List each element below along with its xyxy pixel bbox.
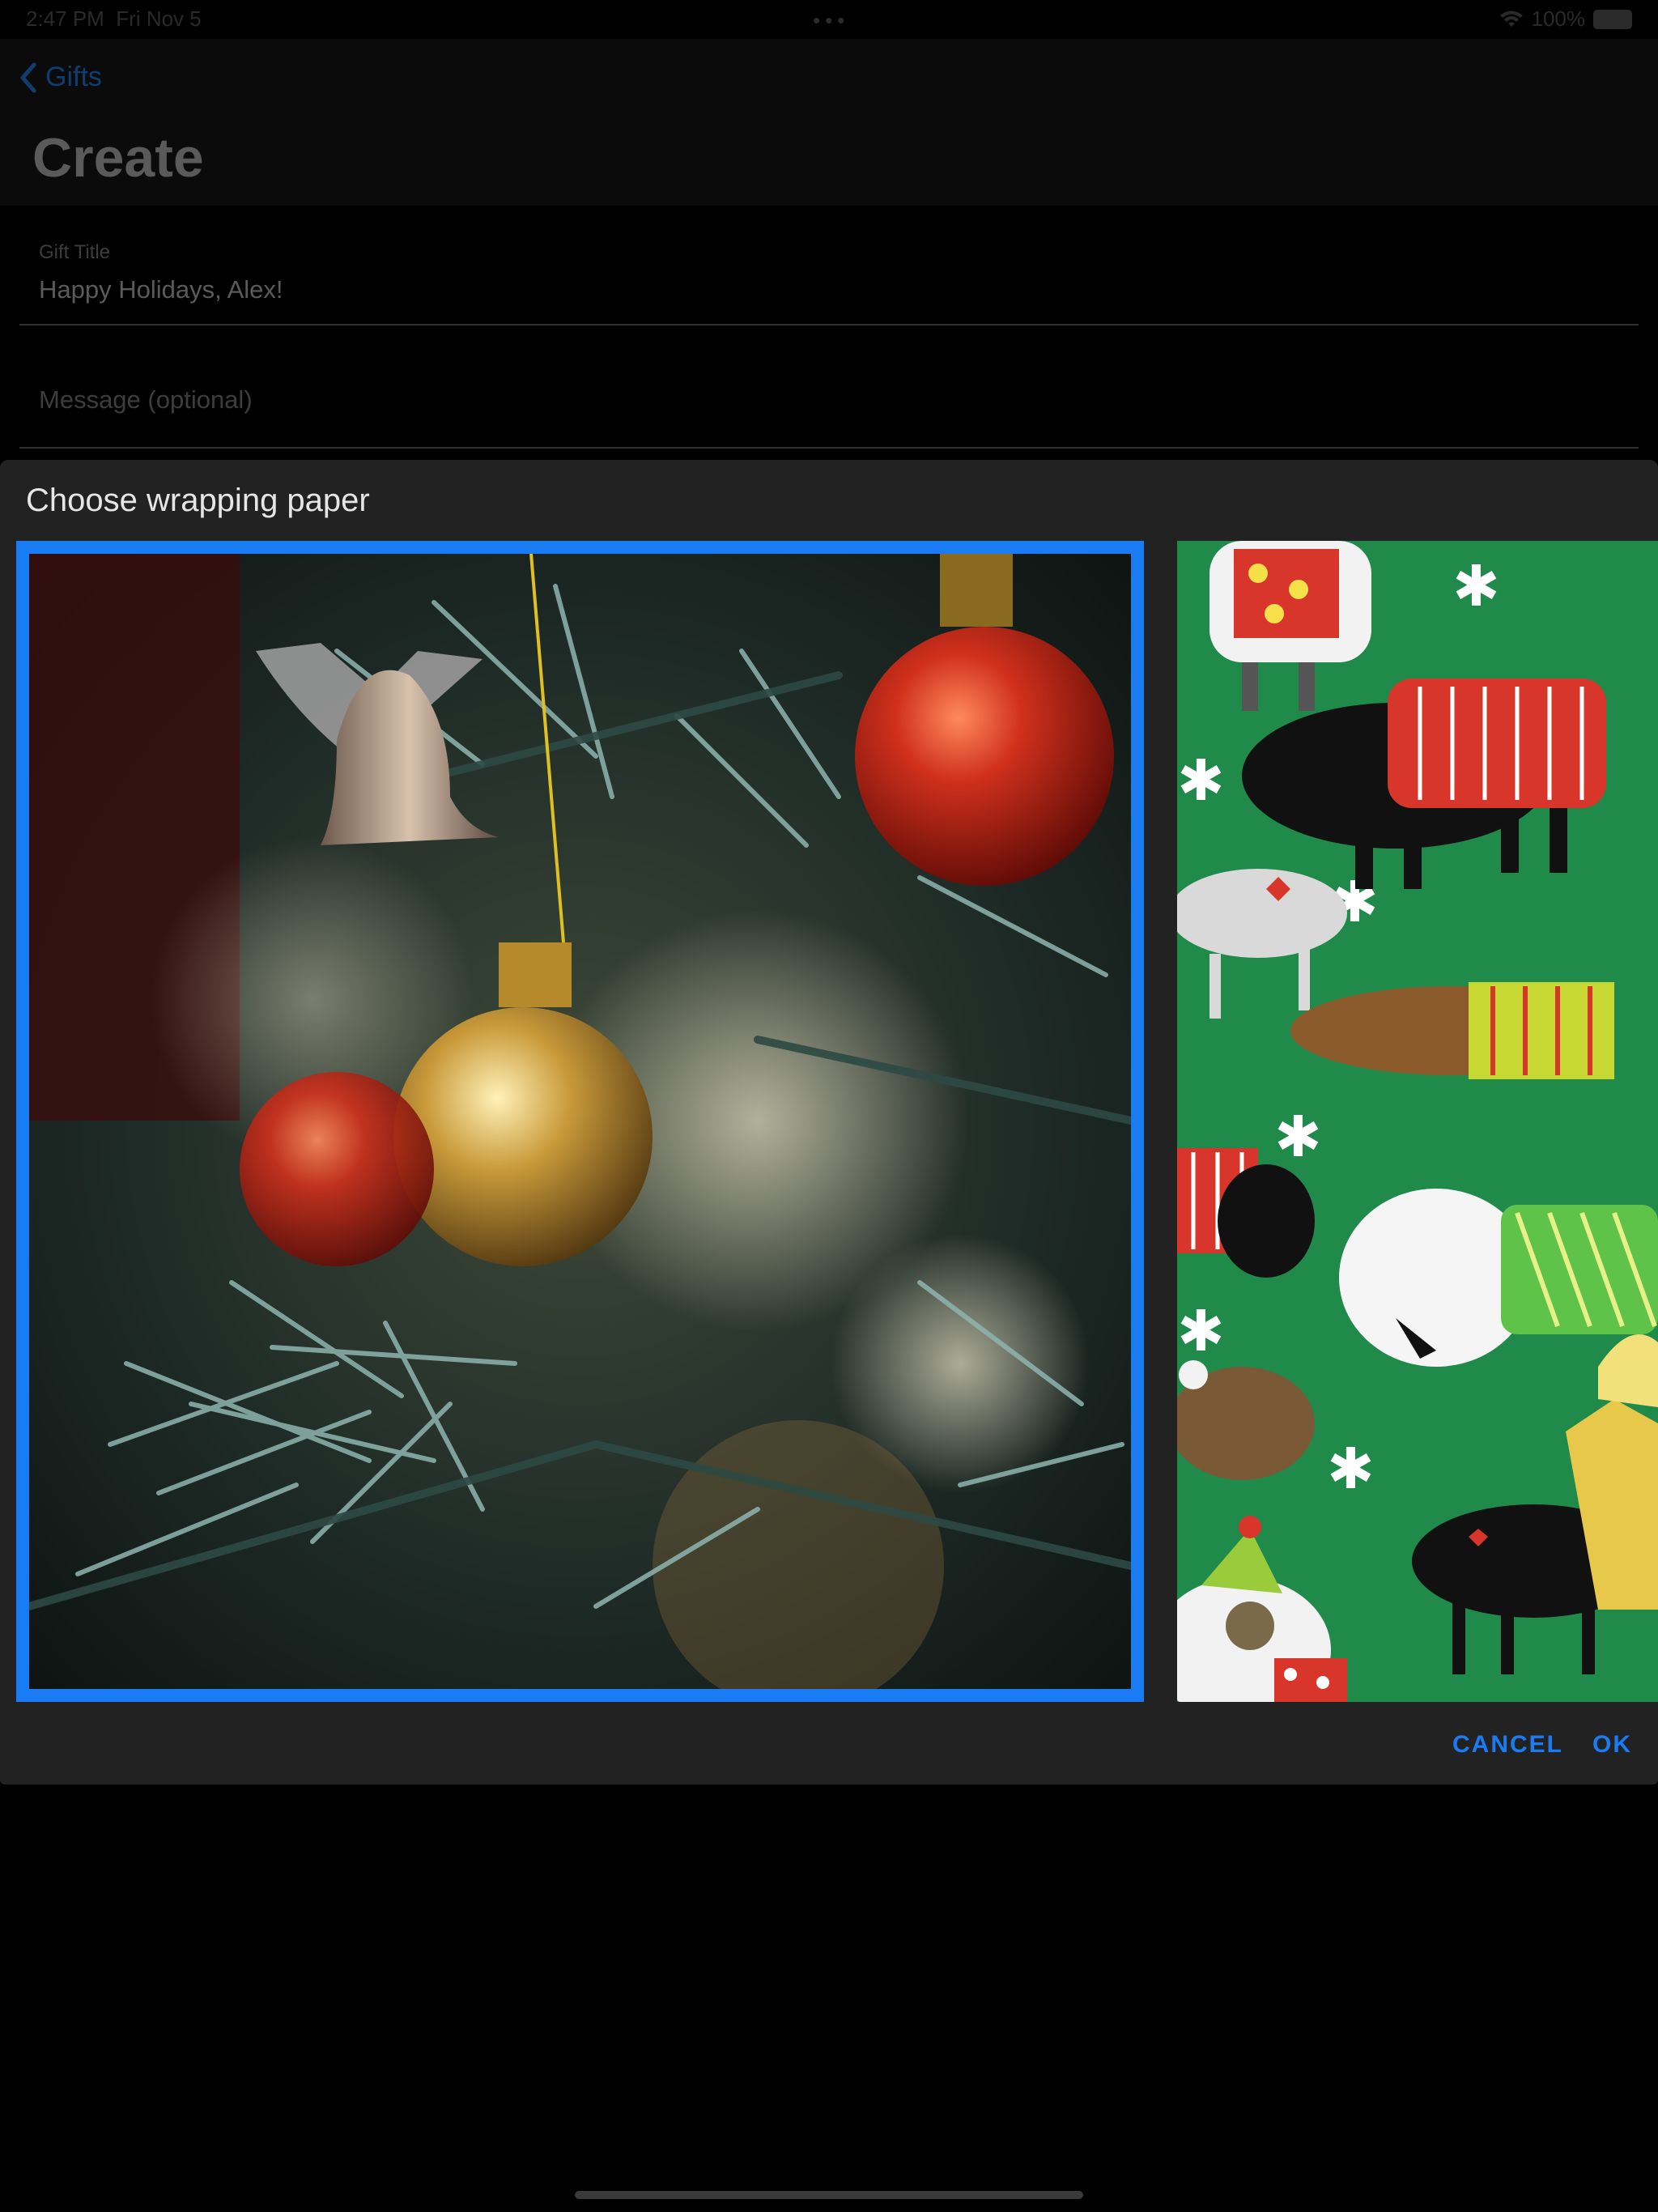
wrapping-option-dogs[interactable]: ✱ ✱ ✱ ✱ ✱ ✱	[1177, 541, 1658, 1702]
navigation-bar: Gifts Create	[0, 39, 1658, 206]
status-date-text: Fri Nov 5	[116, 6, 202, 31]
svg-text:✱: ✱	[1274, 1104, 1322, 1170]
wrapping-option-ornaments[interactable]	[16, 541, 1144, 1702]
battery-icon	[1593, 9, 1632, 29]
message-field[interactable]: Message (optional)	[19, 327, 1639, 449]
back-button-label: Gifts	[45, 62, 102, 92]
cancel-button[interactable]: CANCEL	[1452, 1731, 1563, 1759]
ornaments-image	[29, 554, 1131, 1689]
home-indicator[interactable]	[575, 2191, 1083, 2199]
status-bar: 2:47 PM Fri Nov 5 ••• 100%	[0, 0, 1658, 39]
status-time: 2:47 PM Fri Nov 5	[26, 6, 202, 32]
status-time-text: 2:47 PM	[26, 6, 104, 31]
gift-title-field[interactable]: Gift Title Happy Holidays, Alex!	[19, 206, 1639, 327]
svg-text:✱: ✱	[1327, 1436, 1375, 1502]
wrapping-paper-dialog: Choose wrapping paper ✱ ✱ ✱ ✱ ✱ ✱ CANCEL…	[0, 460, 1658, 1784]
field-divider	[19, 324, 1639, 325]
chevron-left-icon	[20, 62, 36, 92]
svg-text:✱: ✱	[1177, 747, 1225, 814]
field-divider	[19, 447, 1639, 449]
multitasking-dots[interactable]: •••	[813, 8, 849, 33]
page-title: Create	[32, 127, 204, 189]
dialog-title: Choose wrapping paper	[26, 483, 370, 518]
ok-button[interactable]: OK	[1592, 1731, 1632, 1759]
message-input[interactable]: Message (optional)	[39, 385, 253, 415]
svg-text:✱: ✱	[1177, 1298, 1225, 1364]
gift-title-caption: Gift Title	[39, 241, 111, 263]
svg-text:✱: ✱	[1452, 553, 1500, 619]
dialog-actions: CANCEL OK	[1452, 1731, 1632, 1759]
battery-percent: 100%	[1531, 6, 1586, 31]
status-indicators: 100%	[1499, 6, 1632, 32]
wifi-icon	[1499, 11, 1523, 27]
gift-title-input[interactable]: Happy Holidays, Alex!	[39, 275, 283, 304]
back-button[interactable]: Gifts	[19, 62, 102, 93]
dogs-pattern-image: ✱ ✱ ✱ ✱ ✱ ✱	[1177, 541, 1658, 1702]
